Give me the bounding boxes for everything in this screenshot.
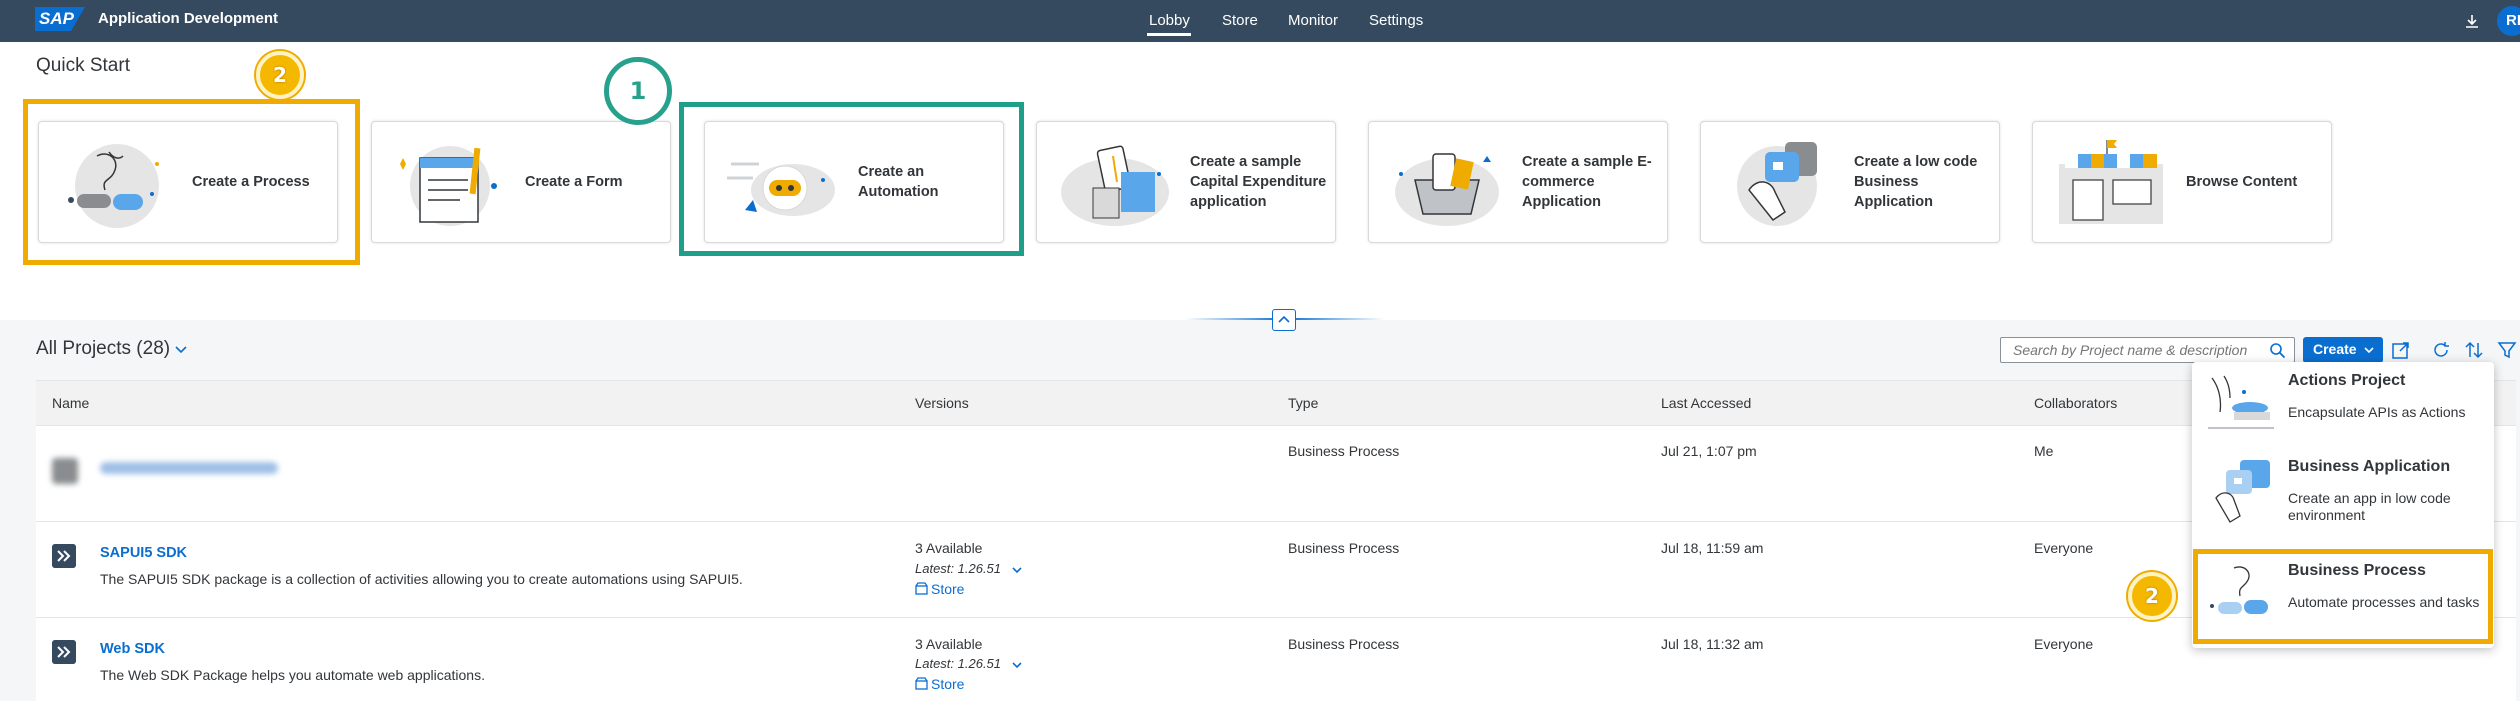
tile-create-form[interactable]: Create a Form <box>371 121 671 243</box>
project-name-link[interactable]: Web SDK <box>100 641 165 657</box>
step-badge-1: 1 <box>604 57 672 125</box>
nav-settings[interactable]: Settings <box>1369 12 1423 29</box>
app-title: Application Development <box>98 10 279 27</box>
project-icon <box>52 458 78 484</box>
storefront-icon <box>2059 140 2163 224</box>
project-description: The SAPUI5 SDK package is a collection o… <box>100 571 743 587</box>
nav-lobby[interactable]: Lobby <box>1149 12 1190 29</box>
tile-create-business-app[interactable]: Create a low code Business Application <box>1700 121 2000 243</box>
import-icon[interactable] <box>2390 339 2412 361</box>
projects-title[interactable]: All Projects (28) <box>36 338 170 360</box>
menu-item-description: Create an app in low code environment <box>2288 490 2451 523</box>
project-collaborators: Me <box>2034 443 2054 459</box>
project-collaborators: Everyone <box>2034 540 2094 556</box>
menu-item-description: Encapsulate APIs as Actions <box>2288 404 2466 420</box>
tile-create-ecommerce[interactable]: Create a sample E-commerce Application <box>1368 121 1668 243</box>
tile-label: Browse Content <box>2186 174 2298 190</box>
table-header <box>36 381 2516 426</box>
store-link[interactable]: Store <box>931 581 964 597</box>
project-type: Business Process <box>1288 636 1400 652</box>
menu-item-actions-project[interactable]: Actions Project Encapsulate APIs as Acti… <box>2192 362 2494 448</box>
sort-icon[interactable] <box>2463 339 2485 361</box>
store-icon <box>915 677 928 690</box>
business-application-icon <box>2215 460 2270 523</box>
ecommerce-basket-icon <box>1395 153 1499 226</box>
store-link[interactable]: Store <box>931 676 964 692</box>
project-last-accessed: Jul 18, 11:32 am <box>1661 636 1764 652</box>
tile-label: Create a low code Business Application <box>1854 154 1978 210</box>
filter-icon[interactable] <box>2496 339 2518 361</box>
tile-browse-content[interactable]: Browse Content <box>2032 121 2332 243</box>
actions-project-icon <box>2208 375 2274 429</box>
project-name-redacted[interactable] <box>100 462 278 474</box>
column-header-collaborators[interactable]: Collaborators <box>2034 395 2117 411</box>
user-avatar[interactable]: RI <box>2497 6 2520 36</box>
column-header-last-accessed[interactable]: Last Accessed <box>1661 395 1751 411</box>
project-collaborators: Everyone <box>2034 636 2094 652</box>
project-description: The Web SDK Package helps you automate w… <box>100 667 485 683</box>
search-icon[interactable] <box>2269 342 2286 359</box>
refresh-icon[interactable] <box>2430 339 2452 361</box>
nav-store[interactable]: Store <box>1222 12 1258 29</box>
create-button-label: Create <box>2313 341 2357 357</box>
versions-available: 3 Available <box>915 540 983 556</box>
tile-label: Create a sample Capital Expenditure appl… <box>1190 154 1327 210</box>
versions-available: 3 Available <box>915 636 983 652</box>
sdk-package-icon <box>52 640 76 664</box>
project-type: Business Process <box>1288 443 1400 459</box>
quick-start-title: Quick Start <box>36 55 130 76</box>
step-badge-2: 2 <box>2128 572 2176 620</box>
highlight-business-process <box>2193 549 2493 644</box>
menu-item-title: Actions Project <box>2288 372 2406 389</box>
column-header-type[interactable]: Type <box>1288 395 1318 411</box>
tile-create-capex[interactable]: Create a sample Capital Expenditure appl… <box>1036 121 1336 243</box>
business-app-illustration-icon <box>1737 142 1817 226</box>
project-last-accessed: Jul 21, 1:07 pm <box>1661 443 1757 459</box>
tile-label: Create a Form <box>525 174 623 190</box>
table-row[interactable] <box>36 426 2516 521</box>
collapse-button[interactable] <box>1272 309 1296 331</box>
highlight-create-automation <box>679 102 1024 256</box>
shell-bar <box>0 0 2520 42</box>
store-icon <box>915 582 928 595</box>
active-nav-indicator <box>1147 33 1191 36</box>
search-input[interactable] <box>2011 341 2255 359</box>
step-badge-2: 2 <box>256 51 304 99</box>
latest-version[interactable]: Latest: 1.26.51 <box>915 561 1001 576</box>
project-last-accessed: Jul 18, 11:59 am <box>1661 540 1764 556</box>
form-illustration-icon <box>400 146 497 226</box>
chevron-down-icon[interactable] <box>1010 658 1024 672</box>
chevron-down-icon[interactable] <box>1010 563 1024 577</box>
tile-label: Create a sample E-commerce Application <box>1522 154 1652 210</box>
latest-version[interactable]: Latest: 1.26.51 <box>915 656 1001 671</box>
menu-item-title: Business Application <box>2288 458 2451 475</box>
create-button[interactable]: Create <box>2303 337 2383 363</box>
project-name-link[interactable]: SAPUI5 SDK <box>100 545 187 561</box>
menu-item-business-application[interactable]: Business Application Create an app in lo… <box>2192 448 2494 534</box>
highlight-create-process <box>23 99 360 265</box>
column-header-versions[interactable]: Versions <box>915 395 969 411</box>
download-icon[interactable] <box>2462 12 2482 32</box>
sdk-package-icon <box>52 544 76 568</box>
chevron-down-icon[interactable] <box>172 340 190 358</box>
column-header-name[interactable]: Name <box>52 395 89 411</box>
project-type: Business Process <box>1288 540 1400 556</box>
chevron-down-icon <box>2364 347 2374 354</box>
capex-illustration-icon <box>1061 145 1169 226</box>
nav-monitor[interactable]: Monitor <box>1288 12 1338 29</box>
search-field[interactable] <box>2000 337 2295 363</box>
